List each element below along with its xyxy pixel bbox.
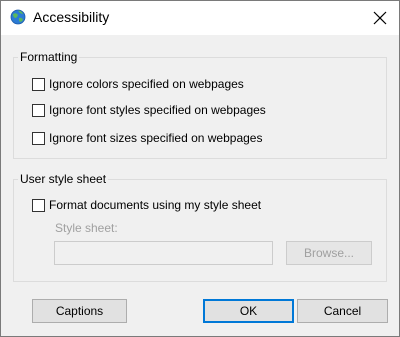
- cancel-button[interactable]: Cancel: [297, 299, 388, 323]
- title-bar[interactable]: Accessibility: [1, 1, 399, 35]
- ignore-colors-label[interactable]: Ignore colors specified on webpages: [49, 77, 244, 91]
- ignore-font-styles-label[interactable]: Ignore font styles specified on webpages: [49, 103, 266, 117]
- format-documents-option[interactable]: Format documents using my style sheet: [32, 197, 261, 213]
- globe-icon: [10, 9, 26, 25]
- ignore-colors-checkbox[interactable]: [32, 77, 45, 91]
- ignore-font-sizes-option[interactable]: Ignore font sizes specified on webpages: [32, 130, 262, 146]
- captions-button[interactable]: Captions: [32, 299, 127, 323]
- ignore-font-styles-checkbox[interactable]: [32, 103, 45, 117]
- ignore-colors-option[interactable]: Ignore colors specified on webpages: [32, 76, 244, 92]
- formatting-group-label: Formatting: [18, 50, 80, 64]
- ignore-font-sizes-label[interactable]: Ignore font sizes specified on webpages: [49, 131, 262, 145]
- ignore-font-sizes-checkbox[interactable]: [32, 131, 45, 145]
- style-sheet-label: Style sheet:: [55, 221, 118, 235]
- accessibility-dialog: Accessibility Formatting Ignore colors s…: [0, 0, 400, 337]
- format-documents-label[interactable]: Format documents using my style sheet: [49, 198, 261, 212]
- dialog-title: Accessibility: [33, 9, 110, 25]
- ignore-font-styles-option[interactable]: Ignore font styles specified on webpages: [32, 102, 266, 118]
- close-icon[interactable]: [371, 9, 389, 27]
- user-style-sheet-group-label: User style sheet: [18, 172, 109, 186]
- format-documents-checkbox[interactable]: [32, 198, 45, 212]
- style-sheet-input[interactable]: [54, 241, 273, 265]
- browse-button[interactable]: Browse...: [286, 241, 372, 265]
- ok-button[interactable]: OK: [203, 299, 294, 323]
